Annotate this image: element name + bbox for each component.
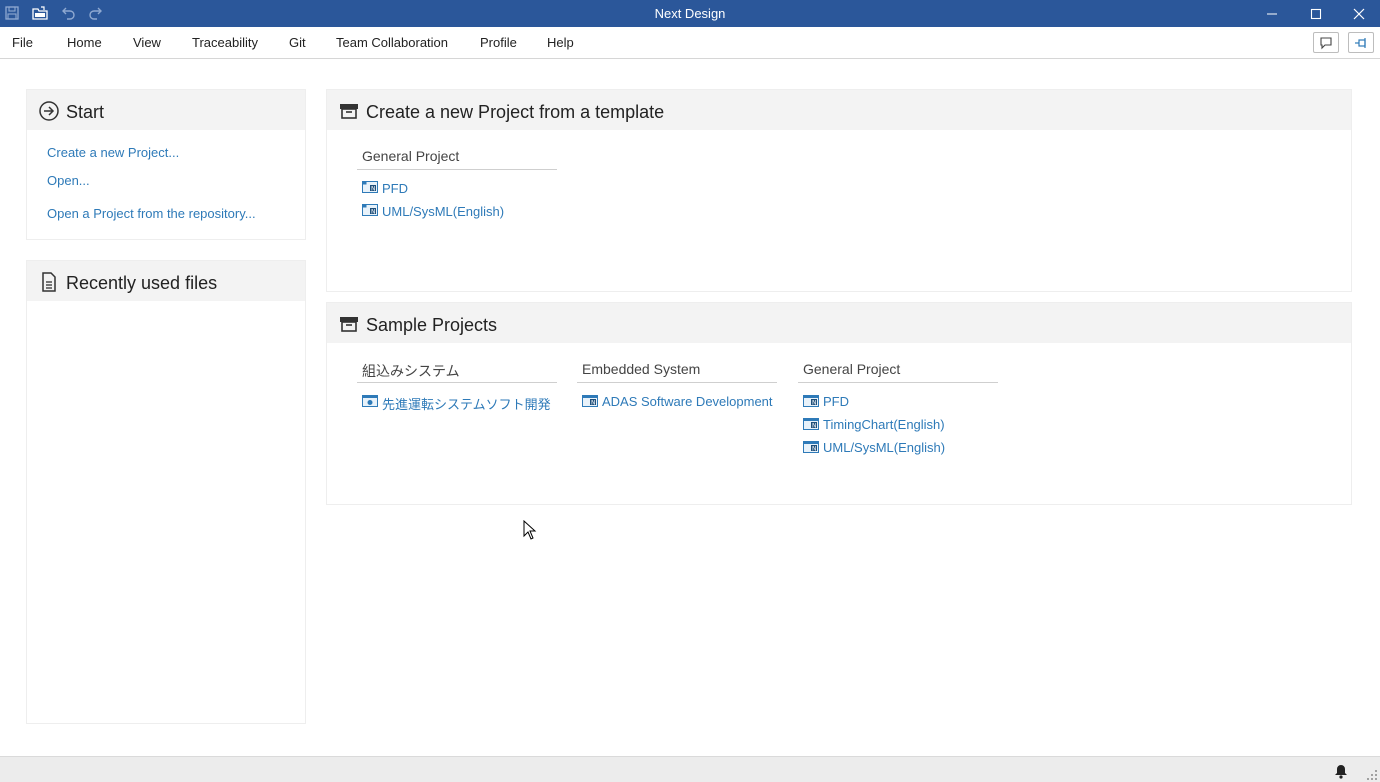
sample-group-embedded-jp-title: 組込みシステム <box>362 363 460 379</box>
svg-text:N: N <box>812 423 817 430</box>
sample-projects-panel-header: Sample Projects <box>327 303 1351 343</box>
template-group-general-title: General Project <box>362 148 460 164</box>
maximize-button[interactable] <box>1294 0 1338 27</box>
recent-files-panel: Recently used files <box>26 260 306 724</box>
sample-group-embedded-title: Embedded System <box>582 361 701 377</box>
resize-grip-icon[interactable] <box>1366 769 1378 781</box>
svg-text:N: N <box>812 446 817 453</box>
undo-button[interactable] <box>56 2 80 24</box>
open-link[interactable]: Open... <box>47 173 90 188</box>
sample-group-divider <box>357 382 557 383</box>
sample-project-icon: N <box>582 395 598 407</box>
archive-box-icon <box>340 104 358 119</box>
menu-git[interactable]: Git <box>289 35 306 50</box>
pin-icon <box>1355 37 1366 48</box>
sample-projects-panel: Sample Projects 組込みシステム 先進運転システムソフト開発 Em… <box>326 302 1352 505</box>
comment-button[interactable] <box>1313 32 1339 53</box>
open-from-repository-link[interactable]: Open a Project from the repository... <box>47 206 256 221</box>
document-icon <box>42 272 56 292</box>
save-button[interactable] <box>0 2 24 24</box>
menu-bar: File Home View Traceability Git Team Col… <box>0 27 1380 59</box>
sample-uml-sysml-link[interactable]: UML/SysML(English) <box>823 440 945 455</box>
sample-project-icon: N <box>803 418 819 430</box>
template-group-divider <box>357 169 557 170</box>
svg-text:N: N <box>371 209 376 216</box>
menu-traceability[interactable]: Traceability <box>192 35 258 50</box>
status-bar <box>0 756 1380 782</box>
sample-group-divider <box>798 382 998 383</box>
recent-files-panel-header: Recently used files <box>27 261 305 301</box>
template-panel-header: Create a new Project from a template <box>327 90 1351 130</box>
sample-project-icon <box>362 395 378 407</box>
minimize-button[interactable] <box>1250 0 1294 27</box>
svg-text:N: N <box>371 186 376 193</box>
sample-pfd-link[interactable]: PFD <box>823 394 849 409</box>
undo-icon <box>62 7 75 20</box>
maximize-icon <box>1310 8 1322 19</box>
open-project-button[interactable] <box>28 2 52 24</box>
bell-icon[interactable] <box>1333 763 1349 779</box>
template-project-icon: N <box>362 181 378 193</box>
arrow-right-circle-icon <box>39 101 59 121</box>
template-uml-sysml-link[interactable]: UML/SysML(English) <box>382 204 504 219</box>
sample-project-icon: N <box>803 395 819 407</box>
sample-group-divider <box>577 382 777 383</box>
start-panel: Start Create a new Project... Open... Op… <box>26 89 306 240</box>
svg-text:N: N <box>591 400 596 407</box>
sample-adas-jp-link[interactable]: 先進運転システムソフト開発 <box>382 394 551 413</box>
start-title: Start <box>66 102 105 122</box>
redo-button[interactable] <box>84 2 108 24</box>
template-panel: Create a new Project from a template Gen… <box>326 89 1352 292</box>
archive-box-icon <box>340 317 358 332</box>
mouse-cursor-icon <box>523 520 537 540</box>
title-bar: Next Design <box>0 0 1380 27</box>
save-icon <box>5 6 19 20</box>
template-title: Create a new Project from a template <box>366 102 665 122</box>
close-icon <box>1353 8 1365 19</box>
menu-home[interactable]: Home <box>67 35 102 50</box>
create-new-project-link[interactable]: Create a new Project... <box>47 145 179 160</box>
start-panel-header: Start <box>27 90 305 130</box>
redo-icon <box>89 7 102 20</box>
template-pfd-link[interactable]: PFD <box>382 181 408 196</box>
pin-button[interactable] <box>1348 32 1374 53</box>
sample-project-icon: N <box>803 441 819 453</box>
comment-icon <box>1320 36 1332 49</box>
open-project-icon <box>32 6 48 20</box>
menu-view[interactable]: View <box>133 35 161 50</box>
window-title: Next Design <box>654 6 726 21</box>
menu-team-collaboration[interactable]: Team Collaboration <box>336 35 448 50</box>
minimize-icon <box>1267 13 1277 14</box>
menu-profile[interactable]: Profile <box>480 35 517 50</box>
close-button[interactable] <box>1337 0 1380 27</box>
template-project-icon: N <box>362 204 378 216</box>
menu-file[interactable]: File <box>12 35 33 50</box>
svg-text:N: N <box>812 400 817 407</box>
sample-projects-title: Sample Projects <box>366 315 498 335</box>
sample-adas-link[interactable]: ADAS Software Development <box>602 394 773 409</box>
sample-timingchart-link[interactable]: TimingChart(English) <box>823 417 945 432</box>
sample-group-general-title: General Project <box>803 361 901 377</box>
menu-help[interactable]: Help <box>547 35 574 50</box>
recent-files-title: Recently used files <box>66 273 218 293</box>
